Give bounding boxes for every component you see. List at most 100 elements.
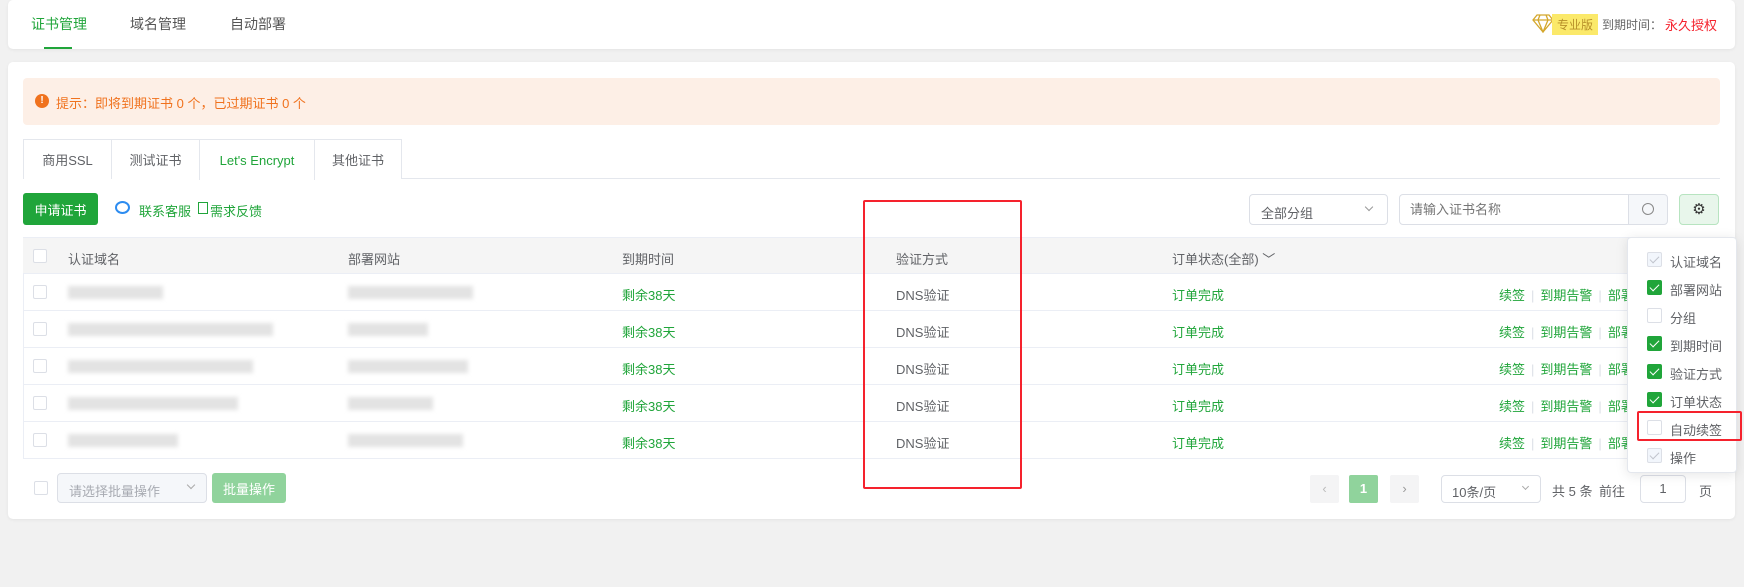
expiry-cell: 剩余38天	[622, 436, 676, 451]
row-checkbox[interactable]	[33, 359, 47, 373]
column-toggle-item[interactable]: 分组	[1628, 302, 1738, 330]
diamond-icon	[1532, 14, 1554, 33]
col-site: 部署网站	[348, 252, 401, 267]
alert-banner: ! 提示：即将到期证书 0 个，已过期证书 0 个	[23, 78, 1720, 125]
column-toggle-item[interactable]: 订单状态	[1628, 386, 1738, 414]
warning-icon: !	[35, 94, 49, 108]
col-expiry: 到期时间	[622, 252, 675, 267]
site-redacted	[348, 397, 433, 410]
next-page-button[interactable]: ›	[1390, 475, 1419, 503]
renew-link[interactable]: 续签	[1499, 362, 1525, 377]
total-count: 共 5 条	[1552, 484, 1593, 499]
expiry-alert-link[interactable]: 到期告警	[1540, 399, 1592, 414]
row-checkbox[interactable]	[33, 285, 47, 299]
actions-cell: 续签 | 到期告警 | 部署	[1499, 288, 1634, 303]
chevron-down-icon	[186, 480, 196, 490]
feedback-link[interactable]: 需求反馈	[210, 201, 262, 220]
column-toggle-checkbox[interactable]	[1647, 364, 1662, 379]
site-redacted	[348, 323, 428, 336]
domain-redacted	[68, 397, 238, 410]
cert-tab-lets-encrypt[interactable]: Let's Encrypt	[199, 139, 315, 180]
cert-tab-commercial-ssl[interactable]: 商用SSL	[23, 139, 112, 179]
row-checkbox[interactable]	[33, 322, 47, 336]
row-checkbox[interactable]	[33, 433, 47, 447]
renew-link[interactable]: 续签	[1499, 399, 1525, 414]
expire-label: 到期时间：	[1602, 18, 1663, 32]
status-cell: 订单完成	[1172, 288, 1225, 303]
column-toggle-checkbox[interactable]	[1647, 280, 1662, 295]
goto-page-input[interactable]: 1	[1640, 475, 1686, 503]
chat-icon	[115, 201, 130, 214]
chevron-down-icon: ﹀	[1262, 252, 1276, 267]
column-toggle-checkbox[interactable]	[1647, 336, 1662, 351]
column-settings-button[interactable]: ⚙	[1679, 194, 1719, 225]
expiry-alert-link[interactable]: 到期告警	[1540, 436, 1592, 451]
actions-cell: 续签 | 到期告警 | 部署	[1499, 399, 1634, 414]
site-redacted	[348, 360, 468, 373]
site-redacted	[348, 286, 473, 299]
batch-select-placeholder: 请选择批量操作	[69, 484, 161, 499]
domain-redacted	[68, 286, 163, 299]
feedback-icon	[198, 202, 208, 214]
nav-tab-cert-management[interactable]: 证书管理	[31, 14, 87, 34]
expiry-cell: 剩余38天	[622, 325, 676, 340]
domain-redacted	[68, 360, 253, 373]
column-toggle-label: 验证方式	[1670, 367, 1723, 382]
col-status-label: 订单状态(全部)	[1172, 252, 1259, 267]
column-toggle-label: 到期时间	[1670, 339, 1723, 354]
actions-cell: 续签 | 到期告警 | 部署	[1499, 325, 1634, 340]
cert-tab-other[interactable]: 其他证书	[314, 139, 402, 179]
chevron-down-icon	[1521, 482, 1530, 491]
page-unit: 页	[1699, 484, 1713, 499]
expiry-alert-link[interactable]: 到期告警	[1540, 325, 1592, 340]
column-toggle-checkbox[interactable]	[1647, 252, 1662, 267]
renew-link[interactable]: 续签	[1499, 325, 1525, 340]
column-toggle-label: 操作	[1670, 451, 1697, 466]
search-button[interactable]	[1628, 194, 1668, 225]
apply-cert-button[interactable]: 申请证书	[23, 193, 98, 225]
active-tab-underline	[44, 47, 72, 49]
search-icon	[1642, 203, 1654, 215]
column-toggle-checkbox[interactable]	[1647, 308, 1662, 323]
search-input[interactable]	[1399, 194, 1629, 225]
nav-tab-domain-management[interactable]: 域名管理	[130, 14, 186, 34]
cert-tab-test[interactable]: 测试证书	[111, 139, 200, 179]
column-toggle-label: 部署网站	[1670, 283, 1723, 298]
expiry-alert-link[interactable]: 到期告警	[1540, 288, 1592, 303]
status-cell: 订单完成	[1172, 399, 1225, 414]
select-all-checkbox[interactable]	[33, 249, 47, 263]
chevron-down-icon	[1364, 202, 1374, 212]
batch-select[interactable]: 请选择批量操作	[57, 473, 207, 503]
renew-link[interactable]: 续签	[1499, 436, 1525, 451]
prev-page-button[interactable]: ‹	[1310, 475, 1339, 503]
column-toggle-item[interactable]: 验证方式	[1628, 358, 1738, 386]
column-toggle-label: 订单状态	[1670, 395, 1723, 410]
column-toggle-item[interactable]: 认证域名	[1628, 246, 1738, 274]
column-toggle-item[interactable]: 部署网站	[1628, 274, 1738, 302]
goto-label: 前往	[1599, 484, 1626, 499]
expiry-alert-link[interactable]: 到期告警	[1540, 362, 1592, 377]
footer-select-all-checkbox[interactable]	[34, 481, 48, 495]
top-nav-bar: 证书管理 域名管理 自动部署 专业版 到期时间： 永久授权	[8, 0, 1735, 49]
column-toggle-item[interactable]: 操作	[1628, 442, 1738, 470]
batch-action-button[interactable]: 批量操作	[212, 473, 286, 503]
expiry-cell: 剩余38天	[622, 399, 676, 414]
page-size-value: 10条/页	[1452, 485, 1497, 500]
column-toggle-checkbox[interactable]	[1647, 392, 1662, 407]
column-toggle-label: 分组	[1670, 311, 1697, 326]
expiry-cell: 剩余38天	[622, 288, 676, 303]
group-select[interactable]: 全部分组	[1249, 194, 1388, 225]
row-checkbox[interactable]	[33, 396, 47, 410]
status-cell: 订单完成	[1172, 325, 1225, 340]
page-size-select[interactable]: 10条/页	[1441, 475, 1541, 503]
page-1-button[interactable]: 1	[1349, 475, 1378, 503]
actions-cell: 续签 | 到期告警 | 部署	[1499, 436, 1634, 451]
column-toggle-checkbox[interactable]	[1647, 448, 1662, 463]
column-toggle-item[interactable]: 到期时间	[1628, 330, 1738, 358]
nav-tab-auto-deploy[interactable]: 自动部署	[230, 14, 286, 34]
col-status-filter[interactable]: 订单状态(全部) ﹀	[1172, 249, 1275, 268]
actions-cell: 续签 | 到期告警 | 部署	[1499, 362, 1634, 377]
alert-text: 提示：即将到期证书 0 个，已过期证书 0 个	[56, 96, 306, 111]
contact-support-link[interactable]: 联系客服	[139, 201, 191, 220]
renew-link[interactable]: 续签	[1499, 288, 1525, 303]
